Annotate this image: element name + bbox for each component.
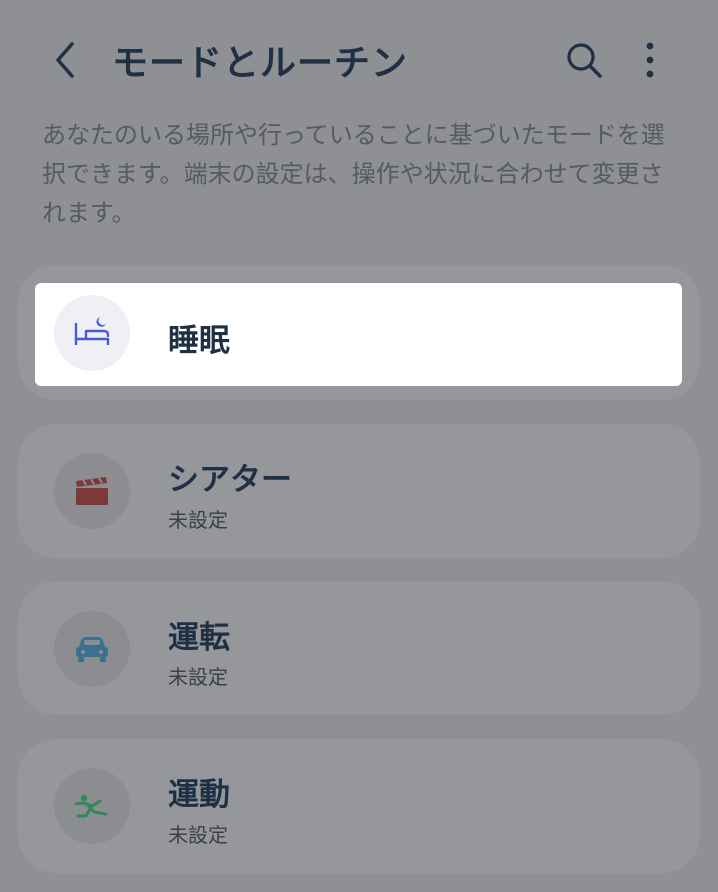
driving-icon-circle [54,611,130,687]
back-arrow-icon[interactable] [46,38,86,82]
page-title: モードとルーチン [112,43,409,84]
bed-moon-icon [74,317,110,345]
sleep-icon-circle [54,295,130,371]
mode-label-exercise: 運動 [168,777,230,813]
mode-card-sleep[interactable] [35,283,682,386]
mode-status-driving: 未設定 [168,665,228,689]
mode-label-sleep: 睡眠 [168,323,230,359]
mode-label-driving: 運転 [168,620,230,656]
running-icon [74,794,108,818]
mode-status-theater: 未設定 [168,508,228,532]
exercise-icon-circle [54,768,130,844]
car-icon [76,637,108,662]
mode-status-exercise: 未設定 [168,823,228,847]
mode-label-theater: シアター [168,462,292,498]
search-icon[interactable] [562,38,606,82]
theater-icon-circle [54,453,130,529]
more-options-icon[interactable] [630,38,670,82]
page-description: あなたのいる場所や行っていることに基づいたモードを選択できます。端末の設定は、操… [42,121,665,227]
clapperboard-icon [76,477,108,505]
app-header: モードとルーチン [0,0,718,120]
